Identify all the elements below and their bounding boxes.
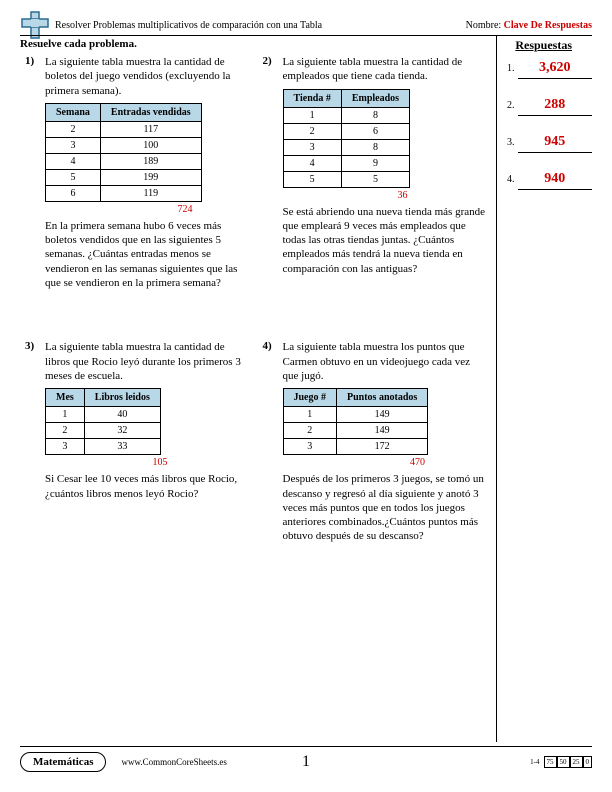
grade-scale: 1-4 7550250 xyxy=(530,756,592,768)
data-table: Juego #Puntos anotados114921493172 xyxy=(283,388,429,455)
answer-line: 3.945 xyxy=(507,134,592,153)
grade-box: 0 xyxy=(583,756,593,768)
table-sum: 36 xyxy=(383,190,423,201)
header-rule xyxy=(20,35,592,36)
data-table: Tienda #Empleados1826384955 xyxy=(283,89,411,188)
problem: 2) La siguiente tabla muestra la cantida… xyxy=(263,55,486,290)
problem-intro: La siguiente tabla muestra los puntos qu… xyxy=(283,340,486,383)
subject-box: Matemáticas xyxy=(20,752,106,772)
problem-question: Después de los primeros 3 juegos, se tom… xyxy=(283,472,486,543)
worksheet-title: Resolver Problemas multiplicativos de co… xyxy=(55,20,322,31)
problem-question: Se está abriendo una nueva tienda más gr… xyxy=(283,205,486,276)
problem: 1) La siguiente tabla muestra la cantida… xyxy=(25,55,248,290)
problem-number: 2) xyxy=(263,55,277,290)
table-sum: 724 xyxy=(165,204,205,215)
problem-number: 3) xyxy=(25,340,39,543)
data-table: MesLibros leidos140232333 xyxy=(45,388,161,455)
problem-number: 1) xyxy=(25,55,39,290)
answer-line: 4.940 xyxy=(507,171,592,190)
answer-line: 2.288 xyxy=(507,97,592,116)
table-sum: 105 xyxy=(140,457,180,468)
problem-intro: La siguiente tabla muestra la cantidad d… xyxy=(283,55,486,84)
website-text: www.CommonCoreSheets.es xyxy=(121,757,226,767)
answer-line: 1.3,620 xyxy=(507,60,592,79)
problem-question: En la primera semana hubo 6 veces más bo… xyxy=(45,219,248,290)
data-table: SemanaEntradas vendidas21173100418951996… xyxy=(45,103,202,202)
grade-box: 25 xyxy=(570,756,583,768)
problem-intro: La siguiente tabla muestra la cantidad d… xyxy=(45,55,248,98)
table-sum: 470 xyxy=(398,457,438,468)
footer: Matemáticas www.CommonCoreSheets.es 1 1-… xyxy=(20,746,592,772)
vertical-divider xyxy=(496,36,497,742)
grade-box: 50 xyxy=(557,756,570,768)
problem-intro: La siguiente tabla muestra la cantidad d… xyxy=(45,340,248,383)
problem: 3) La siguiente tabla muestra la cantida… xyxy=(25,340,248,543)
answer-key-label: Clave De Respuestas xyxy=(504,20,592,31)
name-field: Nombre: Clave De Respuestas xyxy=(466,20,592,31)
answers-column: 1.3,620 2.288 3.945 4.940 xyxy=(507,60,592,208)
grade-box: 75 xyxy=(544,756,557,768)
problem-question: Si Cesar lee 10 veces más libros que Roc… xyxy=(45,472,248,501)
problem: 4) La siguiente tabla muestra los puntos… xyxy=(263,340,486,543)
answers-heading: Respuestas xyxy=(515,38,572,53)
problems-grid: 1) La siguiente tabla muestra la cantida… xyxy=(25,55,485,544)
problem-number: 4) xyxy=(263,340,277,543)
page-number: 1 xyxy=(302,753,310,771)
instruction-text: Resuelve cada problema. xyxy=(20,38,137,50)
